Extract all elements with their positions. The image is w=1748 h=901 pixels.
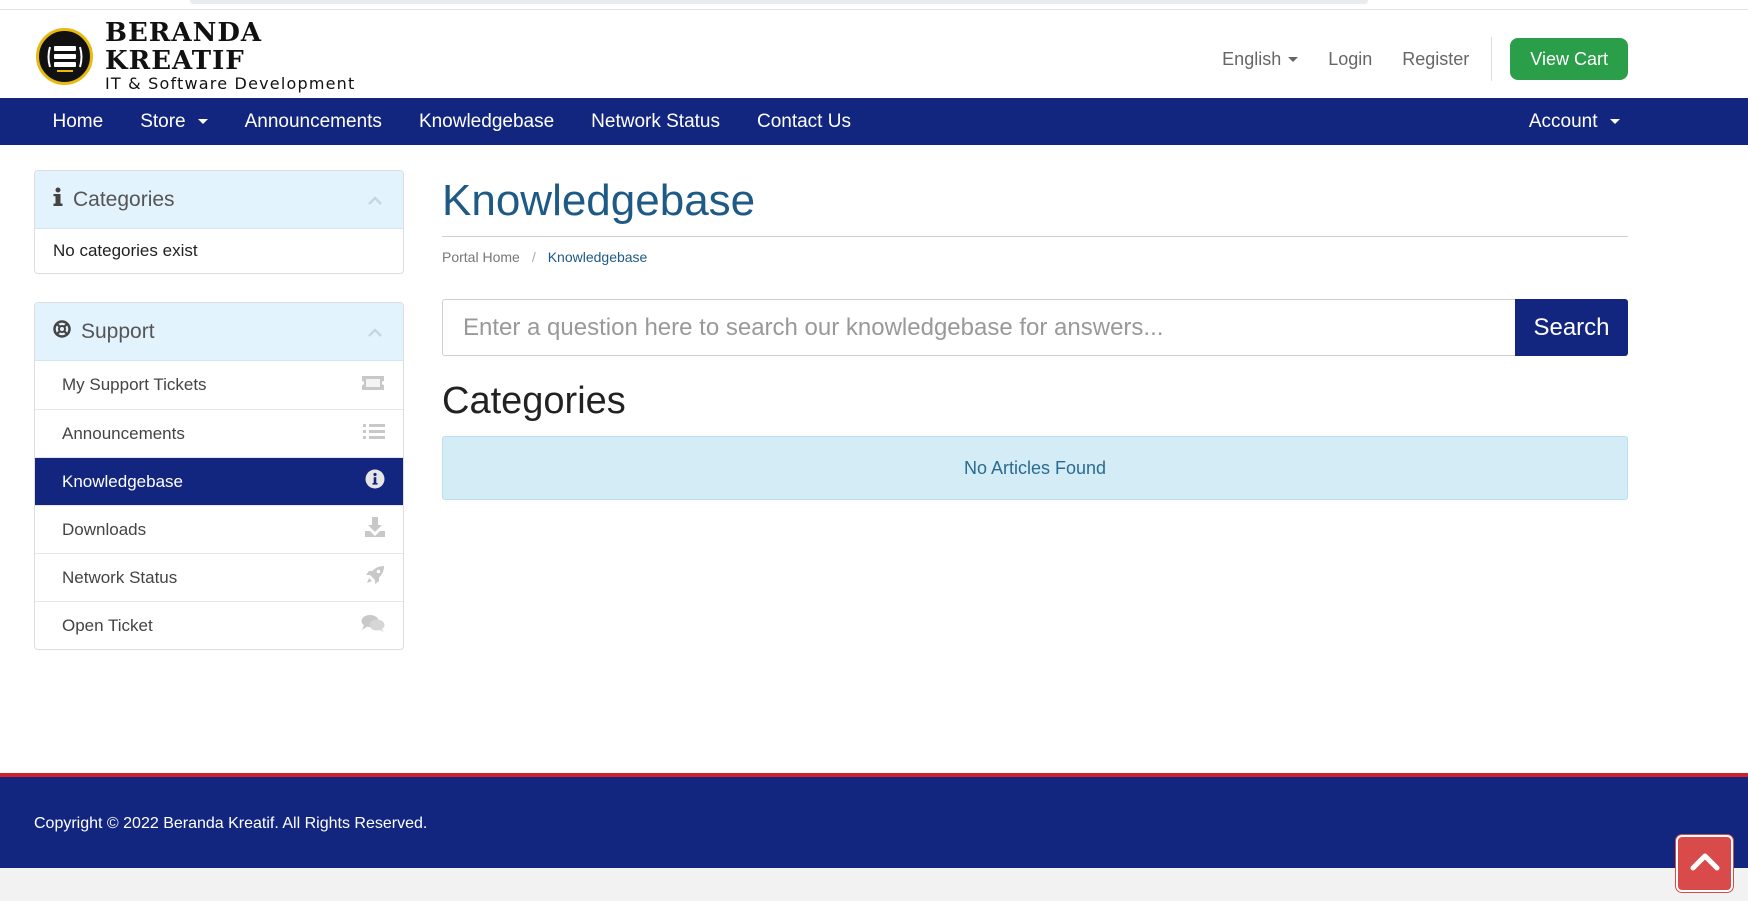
support-item-label: Downloads — [62, 519, 147, 539]
chevron-down-icon — [1288, 56, 1299, 62]
content-area: Categories No categories exist Support M… — [0, 145, 1748, 773]
site-footer: Copyright © 2022 Beranda Kreatif. All Ri… — [0, 773, 1748, 868]
top-scrollbar[interactable] — [190, 0, 1368, 4]
categories-empty-text: No categories exist — [53, 241, 198, 260]
support-item-label: Knowledgebase — [62, 471, 183, 491]
support-panel: Support My Support Tickets Announcements… — [34, 302, 404, 650]
download-icon — [365, 517, 385, 542]
nav-store-label: Store — [140, 110, 186, 132]
categories-heading: Categories — [442, 380, 626, 422]
kb-search-input[interactable] — [442, 299, 1515, 356]
language-label: English — [1222, 48, 1282, 69]
logo-mark-icon — [36, 27, 93, 85]
support-item-label: Announcements — [62, 423, 185, 443]
info-circle-icon — [365, 469, 385, 494]
back-to-top-button[interactable] — [1676, 835, 1733, 892]
search-button[interactable]: Search — [1515, 299, 1628, 356]
nav-network-status[interactable]: Network Status — [573, 98, 739, 145]
breadcrumb: Portal Home / Knowledgebase — [442, 249, 1628, 265]
categories-panel-title: Categories — [73, 187, 175, 211]
browser-top-strip — [0, 0, 1748, 10]
kb-search-form: Search — [442, 299, 1628, 356]
support-item-my-support-tickets[interactable]: My Support Tickets — [35, 361, 403, 409]
support-item-label: Open Ticket — [62, 615, 153, 635]
list-icon — [363, 423, 385, 444]
login-link[interactable]: Login — [1328, 49, 1372, 70]
nav-account[interactable]: Account — [1510, 98, 1638, 145]
support-item-network-status[interactable]: Network Status — [35, 553, 403, 601]
breadcrumb-knowledgebase[interactable]: Knowledgebase — [548, 249, 648, 265]
support-panel-title: Support — [81, 319, 155, 343]
rocket-icon — [365, 565, 385, 590]
chevron-up-icon[interactable] — [367, 193, 383, 211]
ticket-icon — [361, 375, 385, 396]
header-divider — [1491, 37, 1493, 81]
support-item-announcements[interactable]: Announcements — [35, 409, 403, 457]
categories-panel: Categories No categories exist — [34, 170, 404, 274]
nav-knowledgebase[interactable]: Knowledgebase — [400, 98, 572, 145]
info-icon — [53, 187, 63, 212]
page-title: Knowledgebase — [442, 176, 756, 225]
main-column: Knowledgebase Portal Home / Knowledgebas… — [442, 145, 1628, 500]
site-header: BERANDA KREATIF IT & Software Developmen… — [0, 10, 1748, 98]
register-link[interactable]: Register — [1402, 49, 1469, 70]
support-item-label: Network Status — [62, 567, 178, 587]
nav-contact-us[interactable]: Contact Us — [738, 98, 869, 145]
brand-name: BERANDA KREATIF — [105, 18, 263, 76]
support-list: My Support Tickets Announcements Knowled… — [35, 361, 403, 649]
brand-tagline: IT & Software Development — [105, 74, 356, 93]
comments-icon — [361, 614, 385, 637]
header-links: English Login Register View Cart — [1192, 37, 1628, 81]
chevron-down-icon — [197, 119, 208, 124]
support-item-knowledgebase[interactable]: Knowledgebase — [35, 457, 403, 505]
nav-store[interactable]: Store — [122, 98, 226, 145]
breadcrumb-separator: / — [531, 249, 536, 265]
page-bottom-strip — [0, 868, 1748, 901]
footer-copyright: Copyright © 2022 Beranda Kreatif. All Ri… — [34, 815, 428, 832]
view-cart-button[interactable]: View Cart — [1510, 38, 1628, 80]
nav-home[interactable]: Home — [34, 98, 122, 145]
support-item-label: My Support Tickets — [62, 375, 207, 394]
language-dropdown[interactable]: English — [1222, 48, 1299, 70]
categories-panel-header[interactable]: Categories — [35, 171, 403, 229]
life-ring-icon — [53, 320, 71, 343]
support-panel-header[interactable]: Support — [35, 303, 403, 361]
nav-announcements[interactable]: Announcements — [226, 98, 400, 145]
no-articles-alert: No Articles Found — [442, 436, 1628, 500]
chevron-up-icon — [1690, 851, 1720, 876]
title-divider — [442, 236, 1628, 237]
chevron-up-icon[interactable] — [367, 325, 383, 343]
main-nav: Home Store Announcements Knowledgebase N… — [0, 98, 1748, 145]
brand-logo[interactable]: BERANDA KREATIF IT & Software Developmen… — [36, 19, 408, 93]
support-item-open-ticket[interactable]: Open Ticket — [35, 601, 403, 649]
support-item-downloads[interactable]: Downloads — [35, 505, 403, 553]
chevron-down-icon — [1609, 119, 1620, 124]
nav-account-label: Account — [1528, 110, 1598, 132]
breadcrumb-portal-home[interactable]: Portal Home — [442, 249, 520, 265]
